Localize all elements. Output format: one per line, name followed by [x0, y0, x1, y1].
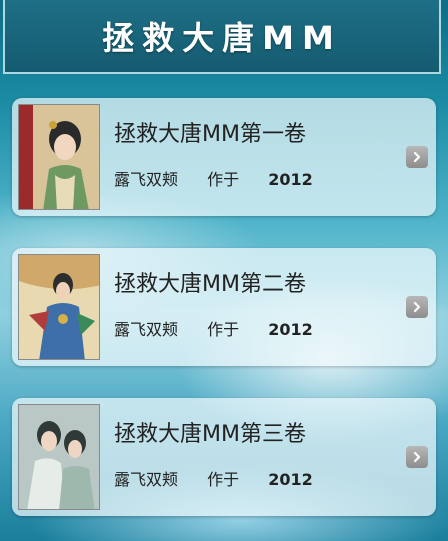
book-cover-image-2 [18, 254, 100, 360]
chevron-right-icon [413, 451, 421, 463]
open-book-button-3[interactable] [406, 446, 428, 468]
book-meta-1: 露飞双颊 作于 2012 [114, 166, 337, 190]
app-header: 拯救大唐MM [3, 0, 441, 74]
book-label-1: 作于 [207, 170, 240, 189]
book-label-2: 作于 [207, 320, 240, 339]
open-book-button-1[interactable] [406, 146, 428, 168]
book-list-item-3[interactable]: 拯救大唐MM第三卷 露飞双颊 作于 2012 [12, 398, 436, 516]
book-year-3: 2012 [268, 470, 313, 489]
book-label-3: 作于 [207, 470, 240, 489]
book-year-1: 2012 [268, 170, 313, 189]
book-author-2: 露飞双颊 [114, 320, 179, 339]
book-meta-3: 露飞双颊 作于 2012 [114, 466, 337, 490]
book-list-item-1[interactable]: 拯救大唐MM第一卷 露飞双颊 作于 2012 [12, 98, 436, 216]
open-book-button-2[interactable] [406, 296, 428, 318]
book-list-item-2[interactable]: 拯救大唐MM第二卷 露飞双颊 作于 2012 [12, 248, 436, 366]
book-cover-image-3 [18, 404, 100, 510]
book-author-1: 露飞双颊 [114, 170, 179, 189]
book-title-2: 拯救大唐MM第二卷 [114, 272, 306, 297]
book-meta-2: 露飞双颊 作于 2012 [114, 316, 337, 340]
book-title-1: 拯救大唐MM第一卷 [114, 122, 306, 147]
book-author-3: 露飞双颊 [114, 470, 179, 489]
book-year-2: 2012 [268, 320, 313, 339]
book-cover-image-1 [18, 104, 100, 210]
book-title-3: 拯救大唐MM第三卷 [114, 422, 306, 447]
chevron-right-icon [413, 151, 421, 163]
chevron-right-icon [413, 301, 421, 313]
page-title: 拯救大唐MM [102, 19, 342, 57]
